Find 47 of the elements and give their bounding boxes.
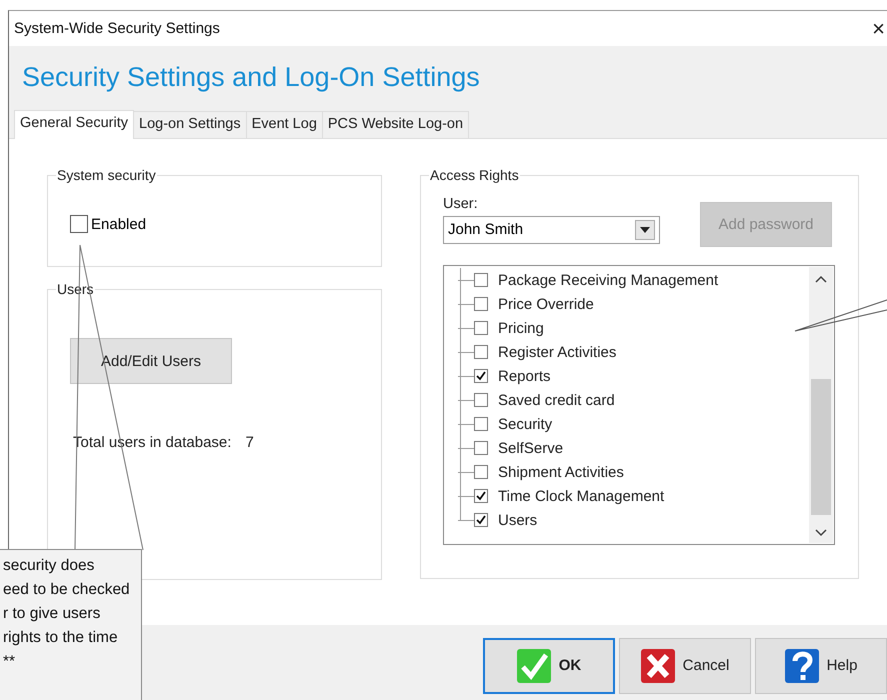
permission-label: Price Override	[498, 296, 594, 312]
page-heading: Security Settings and Log-On Settings	[22, 62, 480, 92]
permission-label: Users	[498, 512, 538, 528]
permission-label: Reports	[498, 368, 551, 384]
close-button[interactable]: ×	[872, 16, 887, 42]
help-button[interactable]: Help	[755, 638, 887, 694]
checkmark-icon	[516, 648, 551, 682]
permission-label: Package Receiving Management	[498, 272, 718, 288]
checkbox[interactable]	[474, 489, 488, 503]
permission-label: Time Clock Management	[498, 488, 664, 504]
scroll-down-icon[interactable]	[815, 529, 827, 537]
checkbox[interactable]	[474, 345, 488, 359]
permission-label: SelfServe	[498, 440, 564, 456]
close-icon	[640, 648, 675, 682]
user-dropdown[interactable]: John Smith	[443, 216, 660, 244]
dropdown-arrow-icon	[640, 226, 650, 232]
permission-label: Shipment Activities	[498, 464, 624, 480]
checkbox[interactable]	[474, 441, 488, 455]
tab[interactable]: PCS Website Log-on	[322, 111, 470, 138]
checkbox[interactable]	[474, 321, 488, 335]
group-title: Access Rights	[429, 167, 520, 183]
checkbox[interactable]	[474, 465, 488, 479]
group-title: System security	[56, 167, 157, 183]
permission-label: Pricing	[498, 320, 544, 336]
user-label: User:	[443, 196, 479, 212]
help-icon	[784, 648, 819, 682]
scroll-up-icon[interactable]	[815, 275, 827, 283]
permission-label: Register Activities	[498, 344, 616, 360]
scrollbar[interactable]	[809, 267, 833, 543]
checkbox[interactable]	[474, 393, 488, 407]
ok-button[interactable]: OK	[483, 638, 615, 694]
window-title: System-Wide Security Settings	[14, 20, 220, 37]
callout-note: security does eed to be checked r to give users rights to the time **	[0, 549, 142, 700]
checkbox[interactable]	[474, 273, 488, 287]
checkbox[interactable]	[474, 513, 488, 527]
checkbox[interactable]	[474, 417, 488, 431]
permissions-list[interactable]: Package Receiving Management Price Override Pricing Register Activities Reports Saved credit card Security SelfServe Shipment Activities Time Clock Management Users	[443, 265, 835, 545]
cancel-button[interactable]: Cancel	[619, 638, 751, 694]
scrollbar-thumb[interactable]	[811, 379, 831, 515]
checkbox[interactable]	[474, 369, 488, 383]
user-count: 7	[245, 434, 254, 451]
checkbox[interactable]	[474, 297, 488, 311]
permission-label: Saved credit card	[498, 392, 615, 408]
checkbox-label: Enabled	[91, 216, 146, 232]
permission-label: Security	[498, 416, 552, 432]
checkbox[interactable]	[70, 215, 88, 233]
tab[interactable]: General Security	[14, 110, 134, 139]
